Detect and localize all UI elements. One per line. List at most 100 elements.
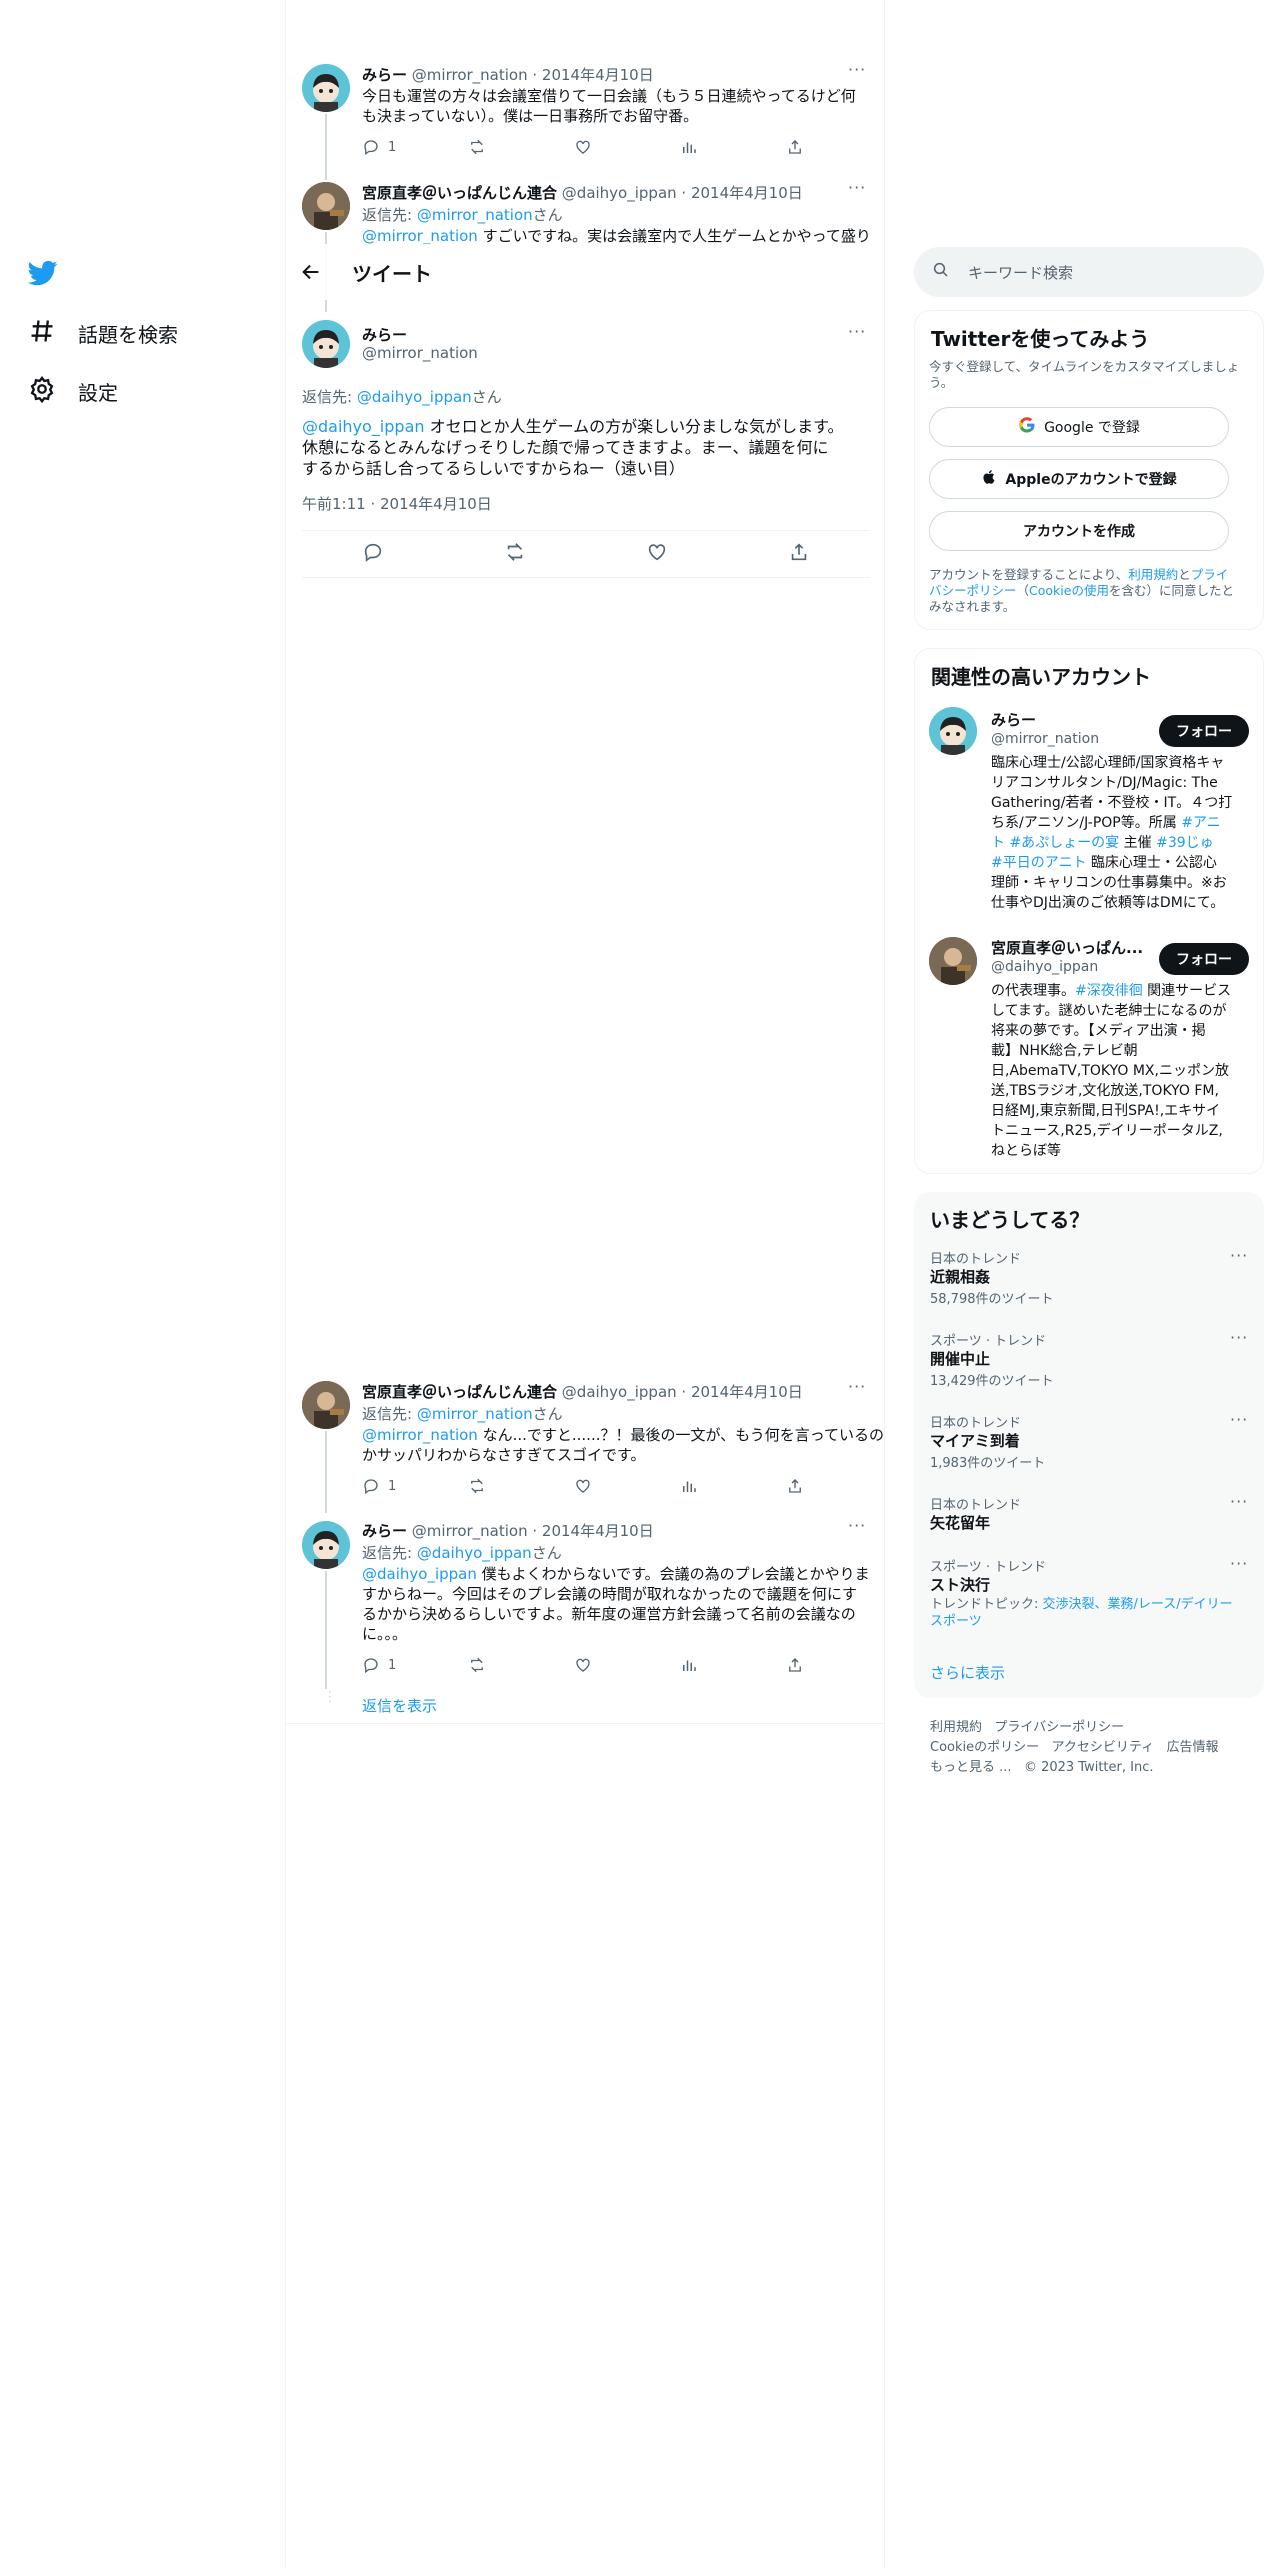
retweet-button[interactable] bbox=[468, 138, 574, 156]
create-account-button[interactable]: アカウントを作成 bbox=[929, 511, 1229, 551]
retweet-button[interactable] bbox=[468, 1477, 574, 1495]
more-options-icon[interactable]: ··· bbox=[1230, 1410, 1248, 1429]
avatar[interactable] bbox=[929, 937, 977, 985]
more-options-icon[interactable]: ··· bbox=[1230, 1554, 1248, 1573]
hashtag-link[interactable]: ト #あぷしょーの宴 bbox=[991, 835, 1119, 851]
share-button[interactable] bbox=[786, 1477, 892, 1495]
user-handle[interactable]: @daihyo_ippan bbox=[562, 184, 677, 202]
footer-ads-link[interactable]: 広告情報 bbox=[1167, 1740, 1219, 1755]
user-handle[interactable]: @mirror_nation bbox=[412, 1522, 528, 1540]
reply-to-link[interactable]: @mirror_nation bbox=[417, 206, 533, 224]
avatar[interactable] bbox=[929, 707, 977, 755]
more-options-icon[interactable]: ··· bbox=[1230, 1246, 1248, 1265]
user-name[interactable]: みらー bbox=[362, 66, 407, 84]
retweet-icon[interactable] bbox=[504, 541, 526, 567]
trend-item[interactable]: 日本のトレンド マイアミ到着 1,983件のツイート ··· bbox=[914, 1410, 1264, 1488]
more-options-icon[interactable]: ··· bbox=[1230, 1328, 1248, 1347]
user-handle[interactable]: @mirror_nation bbox=[362, 344, 478, 362]
nav-explore[interactable]: 話題を検索 bbox=[28, 317, 178, 350]
avatar[interactable] bbox=[302, 182, 350, 230]
like-button[interactable] bbox=[574, 138, 680, 156]
share-button[interactable] bbox=[786, 1656, 892, 1674]
back-arrow-icon[interactable] bbox=[300, 261, 322, 283]
more-options-icon[interactable]: ··· bbox=[848, 1516, 866, 1535]
hashtag-link[interactable]: #平日のアニト bbox=[991, 855, 1086, 871]
cookie-link[interactable]: Cookieの使用 bbox=[1029, 583, 1109, 598]
reply-to-link[interactable]: @daihyo_ippan bbox=[357, 388, 472, 406]
more-options-icon[interactable]: ··· bbox=[848, 1377, 866, 1396]
google-signup-button[interactable]: Google で登録 bbox=[929, 407, 1229, 447]
reply-to-link[interactable]: @daihyo_ippan bbox=[417, 1544, 532, 1562]
footer-privacy-link[interactable]: プライバシーポリシー bbox=[994, 1720, 1124, 1735]
avatar[interactable] bbox=[302, 320, 350, 368]
retweet-button[interactable] bbox=[468, 1656, 574, 1674]
views-button[interactable] bbox=[680, 1656, 786, 1674]
more-options-icon[interactable]: ··· bbox=[848, 178, 866, 197]
nav-settings[interactable]: 設定 bbox=[28, 375, 118, 408]
user-name[interactable]: みらー bbox=[362, 324, 407, 345]
user-name[interactable]: みらー bbox=[362, 1522, 407, 1540]
show-replies-link[interactable]: 返信を表示 bbox=[362, 1695, 437, 1716]
like-button[interactable] bbox=[574, 1477, 680, 1495]
tweet-date[interactable]: 2014年4月10日 bbox=[691, 184, 803, 202]
heart-icon[interactable] bbox=[646, 541, 668, 567]
privacy-link[interactable]: プライ bbox=[1191, 567, 1229, 582]
footer-cookie-link[interactable]: Cookieのポリシー bbox=[930, 1740, 1039, 1755]
footer-accessibility-link[interactable]: アクセシビリティ bbox=[1052, 1740, 1155, 1755]
avatar[interactable] bbox=[302, 64, 350, 112]
footer-more-link[interactable]: もっと見る ... bbox=[930, 1760, 1012, 1775]
more-options-icon[interactable]: ··· bbox=[848, 60, 866, 79]
mention-link[interactable]: @daihyo_ippan bbox=[302, 417, 425, 436]
reply-to-link[interactable]: @mirror_nation bbox=[417, 1405, 533, 1423]
tweet-date[interactable]: 2014年4月10日 bbox=[542, 1522, 654, 1540]
tweet-date[interactable]: 2014年4月10日 bbox=[542, 66, 654, 84]
mention-link[interactable]: @mirror_nation bbox=[362, 227, 478, 245]
account-name[interactable]: みらー bbox=[991, 709, 1036, 730]
account-handle[interactable]: @daihyo_ippan bbox=[991, 959, 1098, 975]
hashtag-link[interactable]: #39じゅ bbox=[1156, 835, 1214, 851]
trend-item[interactable]: 日本のトレンド 矢花留年 ··· bbox=[914, 1492, 1264, 1550]
views-button[interactable] bbox=[680, 138, 786, 156]
reply-icon bbox=[364, 1658, 378, 1674]
more-options-icon[interactable]: ··· bbox=[848, 322, 866, 341]
hashtag-link[interactable]: #アニ bbox=[1181, 815, 1220, 831]
follow-button[interactable]: フォロー bbox=[1159, 715, 1249, 747]
reply-button[interactable]: 1 bbox=[362, 138, 468, 156]
mention-link[interactable]: @daihyo_ippan bbox=[362, 1565, 477, 1583]
trends-title: いまどうしてる？ bbox=[930, 1208, 1090, 1232]
views-button[interactable] bbox=[680, 1477, 786, 1495]
user-name[interactable]: 宮原直孝＠いっぱんじん連合 bbox=[362, 1383, 557, 1401]
reply-button[interactable]: 1 bbox=[362, 1656, 468, 1674]
avatar[interactable] bbox=[302, 1521, 350, 1569]
user-name[interactable]: 宮原直孝＠いっぱんじん連合 bbox=[362, 184, 557, 202]
footer-terms-link[interactable]: 利用規約 bbox=[930, 1720, 982, 1735]
search-input[interactable]: キーワード検索 bbox=[968, 262, 1073, 283]
show-more-link[interactable]: さらに表示 bbox=[930, 1662, 1005, 1683]
like-button[interactable] bbox=[574, 1656, 680, 1674]
mention-link[interactable]: @mirror_nation bbox=[362, 1426, 478, 1444]
avatar[interactable] bbox=[302, 1381, 350, 1429]
trend-topic-link[interactable]: 交渉決裂、業務/レース/デイリー bbox=[1043, 1597, 1233, 1612]
apple-signup-button[interactable]: Appleのアカウントで登録 bbox=[929, 459, 1229, 499]
trend-item[interactable]: スポーツ · トレンド 開催中止 13,429件のツイート ··· bbox=[914, 1328, 1264, 1406]
follow-button[interactable]: フォロー bbox=[1159, 943, 1249, 975]
reply-button[interactable]: 1 bbox=[362, 1477, 468, 1495]
user-handle[interactable]: @mirror_nation bbox=[412, 66, 528, 84]
twitter-logo-icon[interactable] bbox=[27, 258, 58, 292]
search-box[interactable]: キーワード検索 bbox=[914, 247, 1264, 297]
tweet-date[interactable]: 2014年4月10日 bbox=[691, 1383, 803, 1401]
terms-link[interactable]: 利用規約 bbox=[1128, 567, 1178, 582]
trend-item[interactable]: スポーツ · トレンド スト決行 トレンドトピック: 交渉決裂、業務/レース/デ… bbox=[914, 1554, 1264, 1632]
user-handle[interactable]: @daihyo_ippan bbox=[562, 1383, 677, 1401]
share-button[interactable] bbox=[786, 138, 892, 156]
more-options-icon[interactable]: ··· bbox=[1230, 1492, 1248, 1511]
hashtag-link[interactable]: #深夜徘徊 bbox=[1075, 983, 1143, 999]
reply-icon[interactable] bbox=[362, 541, 384, 567]
trend-topic-link[interactable]: スポーツ bbox=[930, 1613, 1250, 1630]
privacy-link[interactable]: バシーポリシー bbox=[929, 583, 1017, 598]
trend-item[interactable]: 日本のトレンド 近親相姦 58,798件のツイート ··· bbox=[914, 1246, 1264, 1324]
account-handle[interactable]: @mirror_nation bbox=[991, 731, 1099, 747]
tweet-timestamp[interactable]: 午前1:11 · 2014年4月10日 bbox=[302, 493, 492, 514]
share-icon[interactable] bbox=[788, 541, 810, 567]
account-name[interactable]: 宮原直孝＠いっぱん... bbox=[991, 937, 1143, 958]
